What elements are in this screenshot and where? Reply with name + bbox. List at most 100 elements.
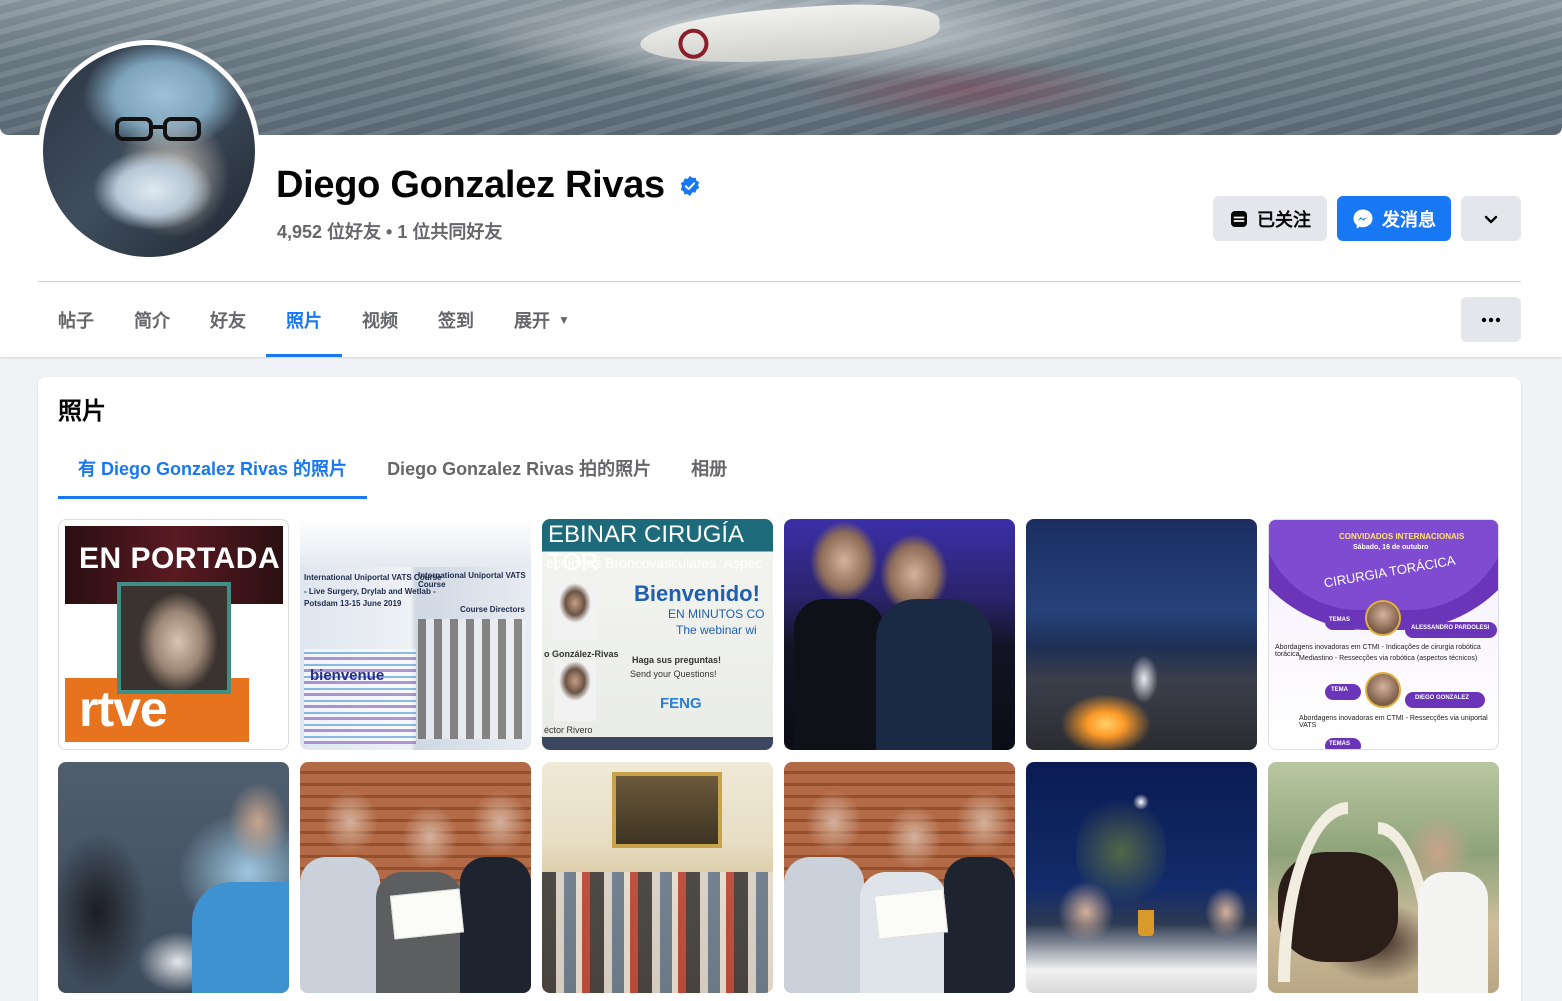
photo-tile[interactable] xyxy=(58,762,289,993)
tile-text: Course Directors xyxy=(460,605,525,614)
tile-text: Abordagens inovadoras em CTMI - Ressecçõ… xyxy=(1299,715,1488,729)
tab-label: 展开 xyxy=(514,311,550,331)
subtab-photos-of[interactable]: 有 Diego Gonzalez Rivas 的照片 xyxy=(58,437,368,499)
tile-banner xyxy=(300,519,531,567)
person-figure xyxy=(300,857,380,993)
tile-text: Haga sus preguntas! xyxy=(632,655,722,665)
person-figure xyxy=(784,857,864,993)
tab-label: 视频 xyxy=(362,311,398,331)
tile-text: Mediastino - Ressecções via robótica (as… xyxy=(1299,655,1478,662)
tab-check-ins[interactable]: 签到 xyxy=(418,283,494,357)
person-figure xyxy=(876,599,992,750)
message-label: 发消息 xyxy=(1382,209,1436,230)
tile-text: TEMAS xyxy=(1329,617,1350,623)
cover-surfboard xyxy=(638,0,942,71)
tab-label: 简介 xyxy=(134,311,170,331)
photo-tile[interactable]: CONVIDADOS INTERNACIONAIS Sábado, 16 de … xyxy=(1268,519,1499,750)
photo-tile[interactable] xyxy=(1026,762,1257,993)
friends-count[interactable]: 4,952 位好友 • 1 位共同好友 xyxy=(277,218,502,244)
photo-tile[interactable]: EBINAR CIRUGÍA TOR ecciones Broncovascul… xyxy=(542,519,773,750)
certificate-graphic xyxy=(873,888,949,940)
tile-text: FENG xyxy=(660,695,702,712)
ellipsis-icon xyxy=(1481,317,1501,322)
profile-picture-frame[interactable] xyxy=(38,40,260,262)
subtab-label: Diego Gonzalez Rivas 拍的照片 xyxy=(387,459,652,479)
speaker-photo xyxy=(1365,600,1401,636)
tile-text: - Live Surgery, Drylab and Wetlab - xyxy=(304,587,436,596)
person-figure xyxy=(794,599,884,750)
speaker-photo xyxy=(554,661,596,721)
tab-photos[interactable]: 照片 xyxy=(266,283,342,357)
photo-tile[interactable] xyxy=(542,762,773,993)
horn-graphic xyxy=(1278,802,1348,982)
tab-more[interactable]: 展开 ▼ xyxy=(494,283,590,357)
tile-text: Sábado, 16 de outubro xyxy=(1353,544,1429,551)
person-figure xyxy=(460,857,531,993)
person-figure xyxy=(944,857,1015,993)
word-cloud-graphic xyxy=(304,649,416,744)
tile-text: International Uniportal VATS Course xyxy=(304,573,442,582)
profile-more-dropdown-button[interactable] xyxy=(1461,196,1521,241)
wall-painting-graphic xyxy=(612,772,722,848)
profile-name: Diego Gonzalez Rivas xyxy=(276,164,665,206)
faculty-grid-graphic xyxy=(418,619,526,739)
speaker-photo xyxy=(552,583,598,639)
photo-tile[interactable] xyxy=(300,762,531,993)
tile-text: TEMA xyxy=(1331,687,1348,693)
tile-text: EN PORTADA xyxy=(79,542,281,575)
tile-text: éctor Rivero xyxy=(544,725,593,735)
tab-about[interactable]: 简介 xyxy=(114,283,190,357)
beer-glass-graphic xyxy=(1138,910,1154,936)
following-label: 已关注 xyxy=(1257,209,1311,230)
photo-grid: EN PORTADA rtve International Uniportal … xyxy=(58,519,1499,993)
tab-videos[interactable]: 视频 xyxy=(342,283,418,357)
subtab-label: 有 Diego Gonzalez Rivas 的照片 xyxy=(78,459,348,479)
tabs-more-options-button[interactable] xyxy=(1461,297,1521,342)
certificate-graphic xyxy=(389,888,465,940)
subtab-photos-by[interactable]: Diego Gonzalez Rivas 拍的照片 xyxy=(367,437,671,499)
tile-text: CONVIDADOS INTERNACIONAIS xyxy=(1339,532,1465,541)
photo-tile[interactable] xyxy=(1268,762,1499,993)
tab-label: 好友 xyxy=(210,311,246,331)
person-figure xyxy=(1418,872,1488,993)
profile-name-row: Diego Gonzalez Rivas xyxy=(276,164,701,207)
subtab-albums[interactable]: 相册 xyxy=(671,437,747,499)
tile-text: Bienvenido! xyxy=(634,581,760,606)
photos-subtabs: 有 Diego Gonzalez Rivas 的照片 Diego Gonzale… xyxy=(58,437,747,499)
photo-tile[interactable] xyxy=(1026,519,1257,750)
caret-down-icon: ▼ xyxy=(558,313,570,327)
chevron-down-icon xyxy=(1484,215,1498,223)
photo-tile[interactable] xyxy=(784,519,1015,750)
following-check-icon xyxy=(1231,210,1247,227)
tile-text: o González-Rivas xyxy=(544,649,619,659)
header-divider xyxy=(38,281,1521,282)
profile-tabs: 帖子 简介 好友 照片 视频 签到 展开 ▼ xyxy=(38,283,590,357)
tile-text: Send your Questions! xyxy=(630,669,717,679)
messenger-icon xyxy=(1353,209,1373,229)
tile-text: DIEGO GONZALEZ xyxy=(1415,695,1469,701)
following-button[interactable]: 已关注 xyxy=(1213,196,1327,241)
tile-text: bienvenue xyxy=(310,667,385,684)
photo-tile[interactable] xyxy=(784,762,1015,993)
taskbar-strip xyxy=(542,737,773,750)
photo-tile[interactable]: EN PORTADA rtve xyxy=(58,519,289,750)
tab-friends[interactable]: 好友 xyxy=(190,283,266,357)
photos-title: 照片 xyxy=(58,398,106,425)
message-button[interactable]: 发消息 xyxy=(1337,196,1451,241)
speaker-photo xyxy=(1365,672,1401,708)
tile-text: Potsdam 13-15 June 2019 xyxy=(304,599,402,608)
verified-badge-icon[interactable] xyxy=(679,175,701,197)
photo-tile[interactable]: International Uniportal VATS Course Inte… xyxy=(300,519,531,750)
subtab-label: 相册 xyxy=(691,459,728,479)
photos-section: 照片 有 Diego Gonzalez Rivas 的照片 Diego Gonz… xyxy=(38,377,1521,1001)
tile-text: EN MINUTOS CO xyxy=(668,607,765,621)
tab-label: 帖子 xyxy=(58,311,94,331)
surgical-gown-graphic xyxy=(192,882,289,993)
tile-text: ALESSANDRO PARDOLESI xyxy=(1411,625,1490,631)
portrait-thumbnail xyxy=(117,582,231,694)
avatar-glasses-graphic xyxy=(115,117,201,141)
profile-picture[interactable] xyxy=(43,45,255,257)
tab-label: 照片 xyxy=(286,311,322,331)
tab-posts[interactable]: 帖子 xyxy=(38,283,114,357)
tree-graphic xyxy=(1076,792,1166,912)
